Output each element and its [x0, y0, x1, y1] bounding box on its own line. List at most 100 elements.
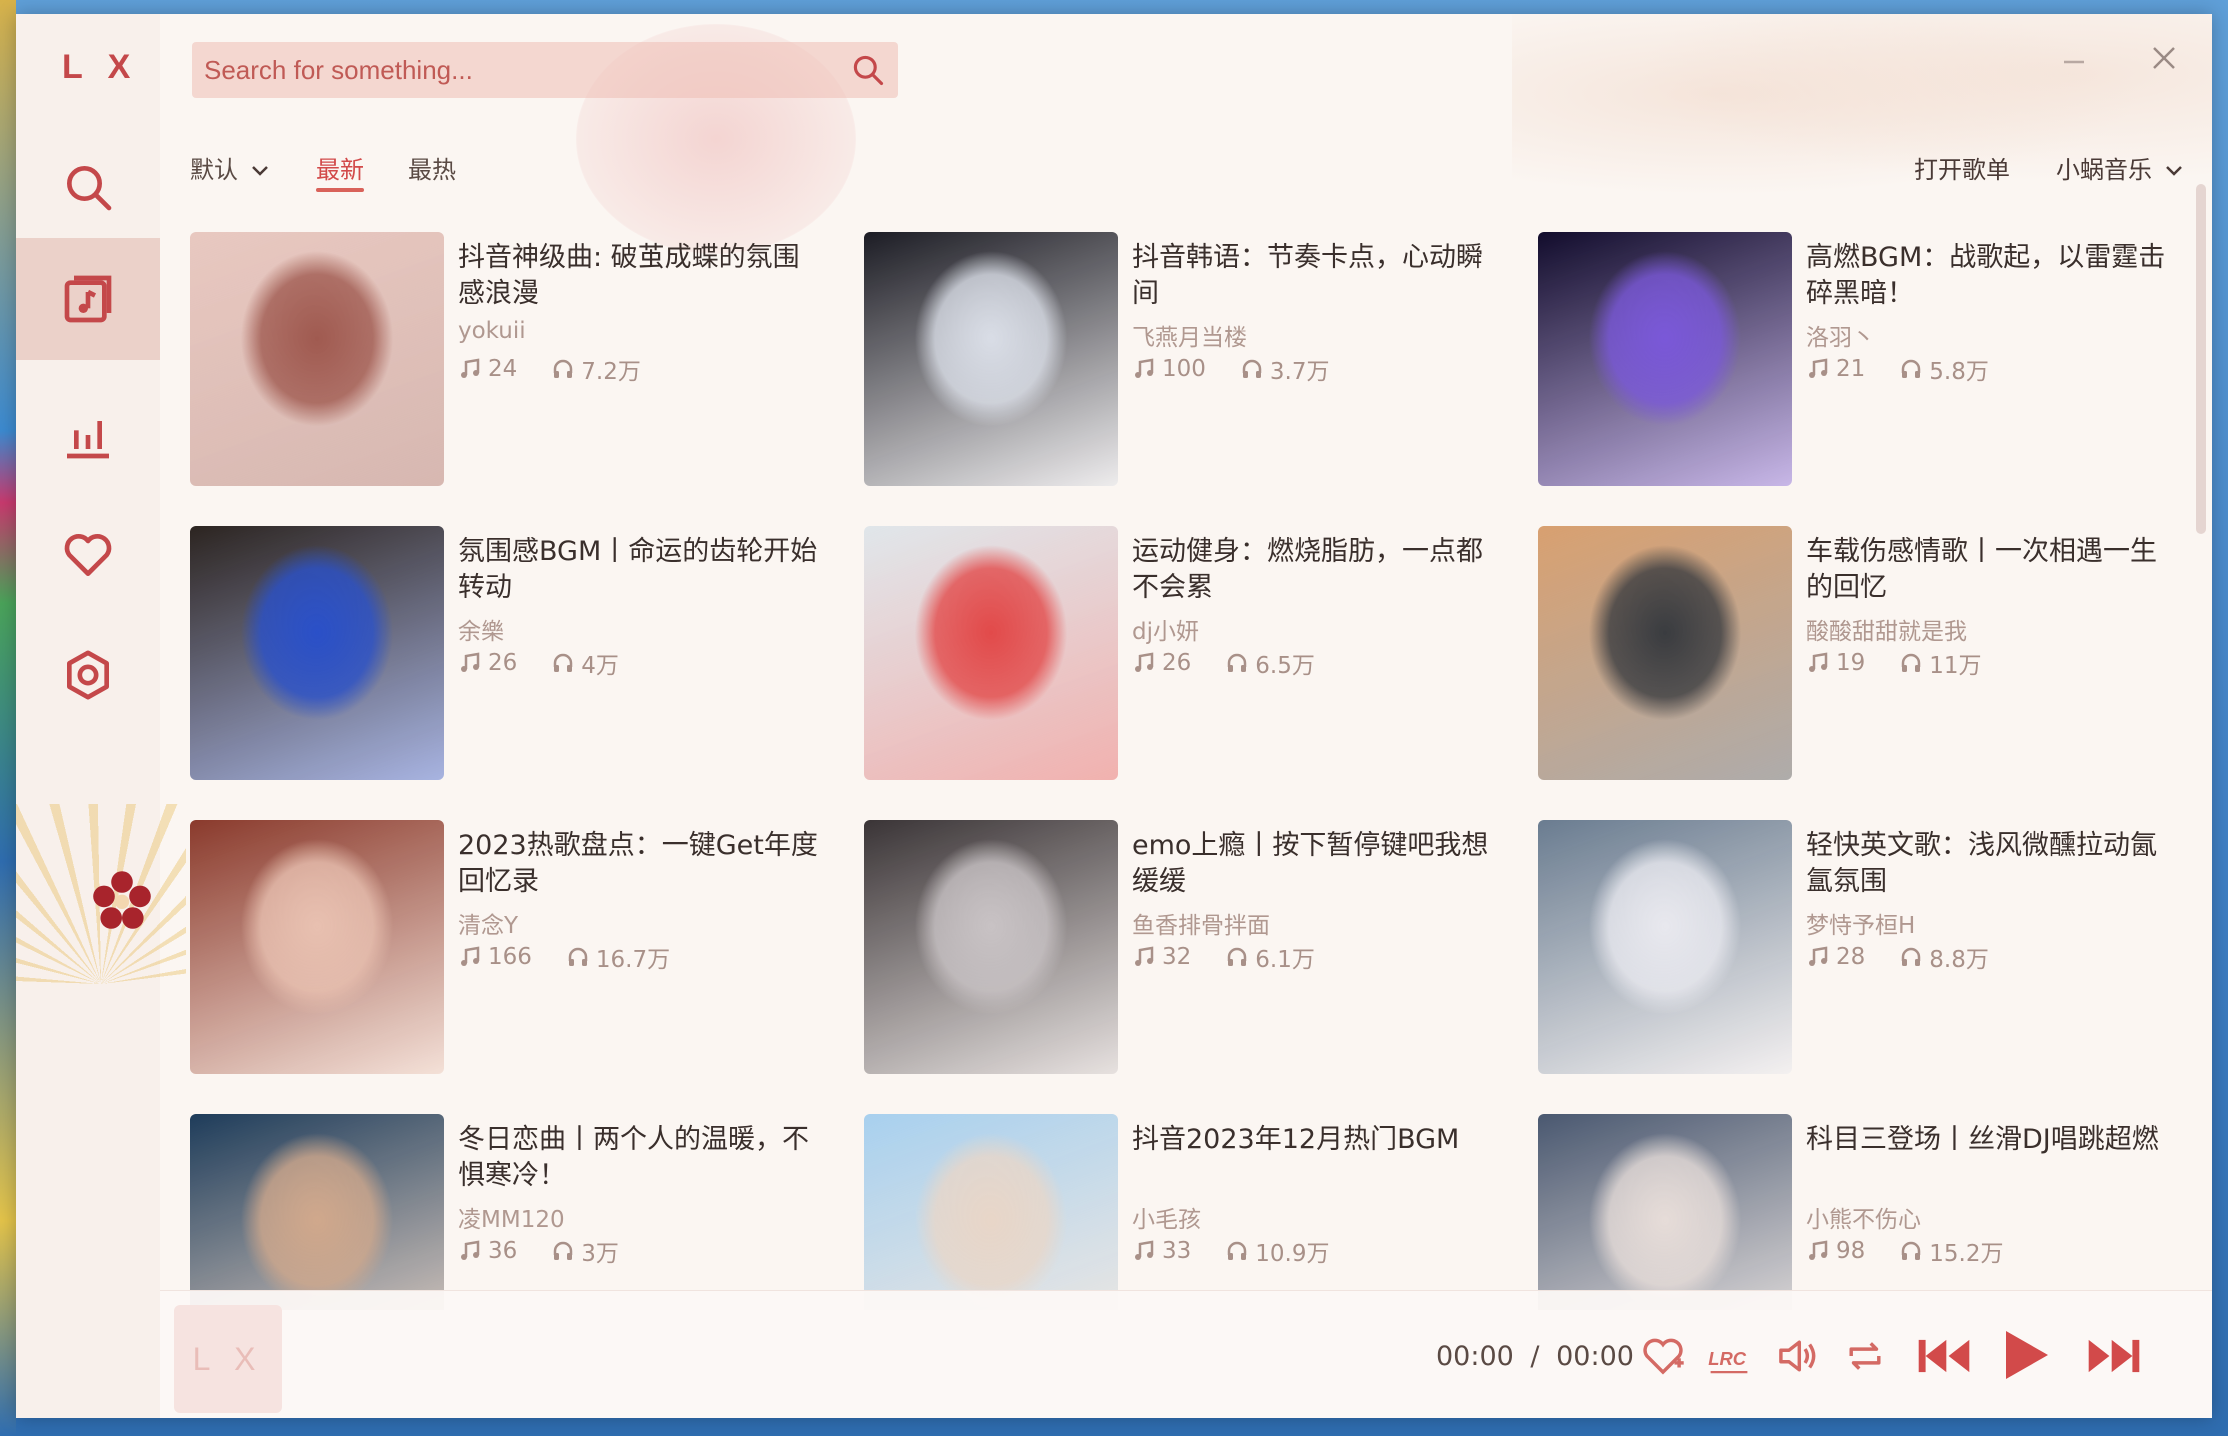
- song-count: 32: [1162, 944, 1192, 970]
- playlist-title[interactable]: 车载伤感情歌丨一次相遇一生的回忆: [1806, 534, 2166, 606]
- playlist-title[interactable]: 高燃BGM：战歌起，以雷霆击碎黑暗！: [1806, 240, 2166, 312]
- skip-next-icon: [2088, 1339, 2140, 1373]
- playlist-title[interactable]: 抖音韩语：节奏卡点，心动瞬间: [1132, 240, 1492, 312]
- play-count: 15.2万: [1929, 1241, 2004, 1267]
- source-select[interactable]: 小蜗音乐: [2056, 150, 2186, 185]
- open-playlist-link[interactable]: 打开歌单: [1914, 150, 2010, 185]
- sidebar-item-leaderboard[interactable]: [16, 374, 160, 496]
- song-count: 33: [1162, 1238, 1192, 1264]
- tab-default[interactable]: 默认: [190, 134, 272, 185]
- playlist-cover[interactable]: [1538, 1114, 1792, 1310]
- playlist-stats: 36 3万: [458, 1234, 619, 1268]
- playlist-cover[interactable]: [1538, 232, 1792, 486]
- fan-decoration: [16, 804, 186, 984]
- sidebar-item-song-list[interactable]: [16, 238, 160, 360]
- playlist-title[interactable]: 冬日恋曲丨两个人的温暖，不惧寒冷！: [458, 1122, 818, 1194]
- music-note-icon: [461, 1240, 480, 1260]
- playlist-cover[interactable]: [864, 232, 1118, 486]
- playlist-author: 清念Y: [458, 913, 519, 939]
- playlist-card[interactable]: 轻快英文歌：浅风微醺拉动氤氲氛围 梦恃予桓H 28 8.8万: [1538, 820, 2170, 1076]
- sidebar-item-search[interactable]: [16, 126, 160, 248]
- player-cover[interactable]: L X: [174, 1305, 282, 1413]
- tab-hottest[interactable]: 最热: [408, 134, 456, 185]
- playlist-card[interactable]: 冬日恋曲丨两个人的温暖，不惧寒冷！ 凌MM120 36 3万: [190, 1114, 830, 1310]
- playlist-title[interactable]: 轻快英文歌：浅风微醺拉动氤氲氛围: [1806, 828, 2166, 900]
- next-button[interactable]: [2082, 1331, 2146, 1381]
- playlist-card[interactable]: 氛围感BGM丨命运的齿轮开始转动 余樂 26 4万: [190, 526, 830, 782]
- headphones-icon: [1242, 359, 1262, 378]
- headphones-icon: [1228, 653, 1247, 672]
- app-logo: L X: [62, 48, 139, 86]
- playlist-cover[interactable]: [864, 526, 1118, 780]
- playlist-author: 洛羽丶: [1806, 325, 1875, 351]
- playlist-title[interactable]: 科目三登场丨丝滑DJ唱跳超燃: [1806, 1122, 2166, 1158]
- playlist-title[interactable]: 抖音神级曲: 破茧成蝶的氛围感浪漫: [458, 240, 818, 312]
- close-icon: [2153, 47, 2175, 69]
- playlist-stats: 100 3.7万: [1132, 352, 1329, 386]
- playlist-title[interactable]: 运动健身：燃烧脂肪，一点都不会累: [1132, 534, 1492, 606]
- playlist-title[interactable]: 氛围感BGM丨命运的齿轮开始转动: [458, 534, 818, 606]
- playlist-grid: 抖音神级曲: 破茧成蝶的氛围感浪漫 yokuii 24 7.2万 抖音韩语：节奏卡点，心…: [190, 220, 2170, 1310]
- playlist-card[interactable]: 抖音神级曲: 破茧成蝶的氛围感浪漫 yokuii 24 7.2万: [190, 232, 830, 488]
- search-icon[interactable]: [850, 52, 886, 88]
- playlist-cover[interactable]: [190, 1114, 444, 1310]
- playlist-stats: 28 8.8万: [1806, 940, 1989, 974]
- playlist-stats: 166 16.7万: [458, 940, 670, 974]
- lyric-button[interactable]: LRC: [1704, 1331, 1754, 1381]
- playlist-cover[interactable]: [864, 820, 1118, 1074]
- sidebar-item-favorites[interactable]: [16, 494, 160, 616]
- playlist-card[interactable]: emo上瘾丨按下暂停键吧我想缓缓 鱼香排骨拌面 32 6.1万: [864, 820, 1504, 1076]
- playlist-cover[interactable]: [864, 1114, 1118, 1310]
- sidebar-item-settings[interactable]: [16, 614, 160, 736]
- playlist-card[interactable]: 运动健身：燃烧脂肪，一点都不会累 dj小妍 26 6.5万: [864, 526, 1504, 782]
- playlist-cover[interactable]: [1538, 526, 1792, 780]
- header-links: 打开歌单 小蜗音乐: [1868, 150, 2186, 185]
- headphones-icon: [1228, 947, 1247, 966]
- playlist-card[interactable]: 高燃BGM：战歌起，以雷霆击碎黑暗！ 洛羽丶 21 5.8万: [1538, 232, 2170, 488]
- song-count: 24: [488, 356, 518, 382]
- playlist-card[interactable]: 科目三登场丨丝滑DJ唱跳超燃 小熊不伤心 98 15.2万: [1538, 1114, 2170, 1310]
- play-button[interactable]: [1992, 1323, 2056, 1387]
- song-count: 21: [1836, 356, 1866, 382]
- playlist-card[interactable]: 2023热歌盘点：一键Get年度回忆录清念Y 166 16.7万: [190, 820, 830, 1076]
- playlist-stats: 26 6.5万: [1132, 646, 1315, 680]
- tab-newest[interactable]: 最新: [316, 134, 364, 192]
- scrollbar[interactable]: [2196, 184, 2206, 534]
- playlist-cover[interactable]: [1538, 820, 1792, 1074]
- search-box: [192, 42, 898, 98]
- heart-plus-icon: [1643, 1338, 1684, 1375]
- song-count: 98: [1836, 1238, 1866, 1264]
- player-bar: L X 00:00 / 00:00 LRC: [160, 1290, 2212, 1418]
- playlist-card[interactable]: 车载伤感情歌丨一次相遇一生的回忆 酸酸甜甜就是我 19 11万: [1538, 526, 2170, 782]
- previous-button[interactable]: [1912, 1331, 1976, 1381]
- playlist-cover[interactable]: [190, 820, 444, 1074]
- music-note-icon: [1809, 358, 1828, 378]
- play-count: 4万: [581, 653, 619, 679]
- playlist-card[interactable]: 抖音韩语：节奏卡点，心动瞬间飞燕月当楼 100 3.7万: [864, 232, 1504, 488]
- playlist-stats: 98 15.2万: [1806, 1234, 2004, 1268]
- headphones-icon: [554, 653, 573, 672]
- playlist-title[interactable]: 抖音2023年12月热门BGM: [1132, 1122, 1492, 1158]
- playlist-title[interactable]: emo上瘾丨按下暂停键吧我想缓缓: [1132, 828, 1492, 900]
- repeat-button[interactable]: [1840, 1331, 1890, 1381]
- headphones-icon: [554, 1241, 573, 1260]
- music-note-icon: [1135, 946, 1154, 966]
- minimize-button[interactable]: [2044, 28, 2104, 88]
- song-count: 26: [488, 650, 518, 676]
- settings-icon: [67, 650, 109, 700]
- music-note-icon: [461, 358, 480, 378]
- headphones-icon: [1902, 1241, 1921, 1260]
- close-button[interactable]: [2134, 28, 2194, 88]
- playlist-stats: 19 11万: [1806, 646, 1982, 680]
- playlist-card[interactable]: 抖音2023年12月热门BGM 小毛孩 33 10.9万: [864, 1114, 1504, 1310]
- add-to-favorite-button[interactable]: [1638, 1331, 1688, 1381]
- search-input[interactable]: [192, 42, 832, 98]
- playlist-title[interactable]: 2023热歌盘点：一键Get年度回忆录: [458, 828, 818, 900]
- playlist-cover[interactable]: [190, 232, 444, 486]
- repeat-icon: [1849, 1342, 1881, 1370]
- playlist-author: 飞燕月当楼: [1132, 325, 1247, 351]
- volume-button[interactable]: [1772, 1331, 1822, 1381]
- playlist-cover[interactable]: [190, 526, 444, 780]
- song-count: 36: [488, 1238, 518, 1264]
- playlist-author: 凌MM120: [458, 1207, 565, 1233]
